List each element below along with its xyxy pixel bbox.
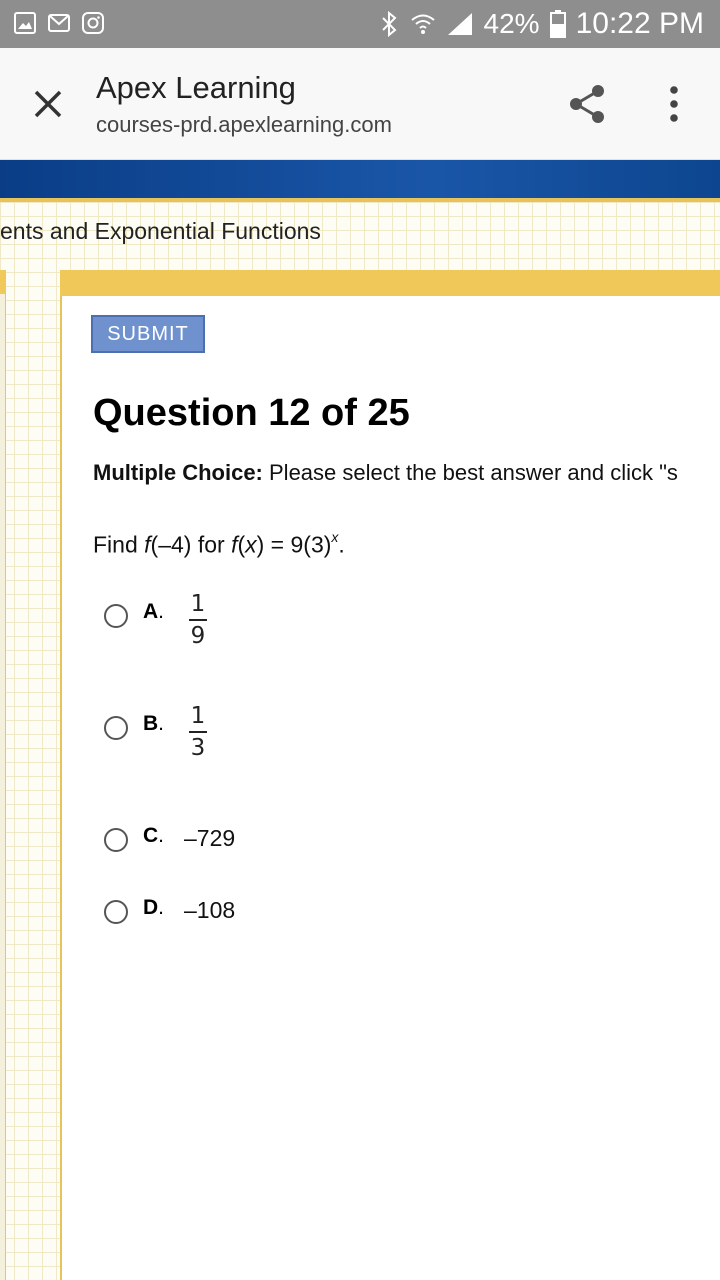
numerator: 1 [190,703,206,729]
prompt-paren: ( [237,531,246,558]
prompt-arg: (–4) for [150,531,232,558]
wifi-icon [410,14,435,34]
page-title: Apex Learning [96,70,296,105]
radio-button[interactable] [104,604,128,628]
instagram-icon [82,12,104,34]
instructions: Multiple Choice: Please select the best … [93,460,678,486]
fraction-bar [189,619,207,621]
page-url: courses-prd.apexlearning.com [96,112,392,137]
numerator: 1 [190,591,206,617]
battery-percent: 42% [483,8,540,39]
site-banner [0,160,720,198]
prompt-find: Find [93,531,145,558]
option-letter: A. [143,600,165,623]
fraction: 1 9 [188,590,208,650]
unit-title: ents and Exponential Functions [0,218,321,244]
browser-toolbar: Apex Learning courses-prd.apexlearning.c… [0,48,720,160]
instructions-text: Please select the best answer and click … [262,460,678,485]
option-letter: D. [143,896,165,919]
denominator: 3 [190,735,206,761]
radio-button[interactable] [104,716,128,740]
option-letter: B. [143,712,165,735]
gmail-icon [48,14,70,32]
share-icon[interactable] [566,82,610,126]
submit-button[interactable]: SUBMIT [91,315,205,353]
status-bar: 42% 10:22 PM [0,0,720,48]
image-icon [14,12,36,34]
question-panel-header [60,270,720,296]
clock: 10:22 PM [575,7,704,40]
prompt-exponent: x [331,529,339,545]
instructions-label: Multiple Choice: [93,460,263,485]
option-value: –729 [184,825,236,851]
fraction-bar [189,731,207,733]
prompt-x: x [245,531,257,558]
radio-button[interactable] [104,828,128,852]
left-panel-header [0,270,6,294]
bluetooth-icon [381,11,397,37]
question-title: Question 12 of 25 [93,392,410,434]
fraction: 1 3 [188,702,208,762]
left-panel [0,270,6,1280]
signal-icon [447,13,472,35]
close-icon[interactable] [28,84,68,124]
option-letter: C. [143,824,165,847]
option-value: –108 [184,897,236,923]
more-vert-icon[interactable] [660,84,688,124]
denominator: 9 [190,623,206,649]
radio-button[interactable] [104,900,128,924]
prompt-end: . [338,531,345,558]
question-prompt: Find f(–4) for f(x) = 9(3)x. [93,529,345,559]
prompt-eq: ) = 9(3) [256,531,332,558]
battery-icon [549,10,566,38]
